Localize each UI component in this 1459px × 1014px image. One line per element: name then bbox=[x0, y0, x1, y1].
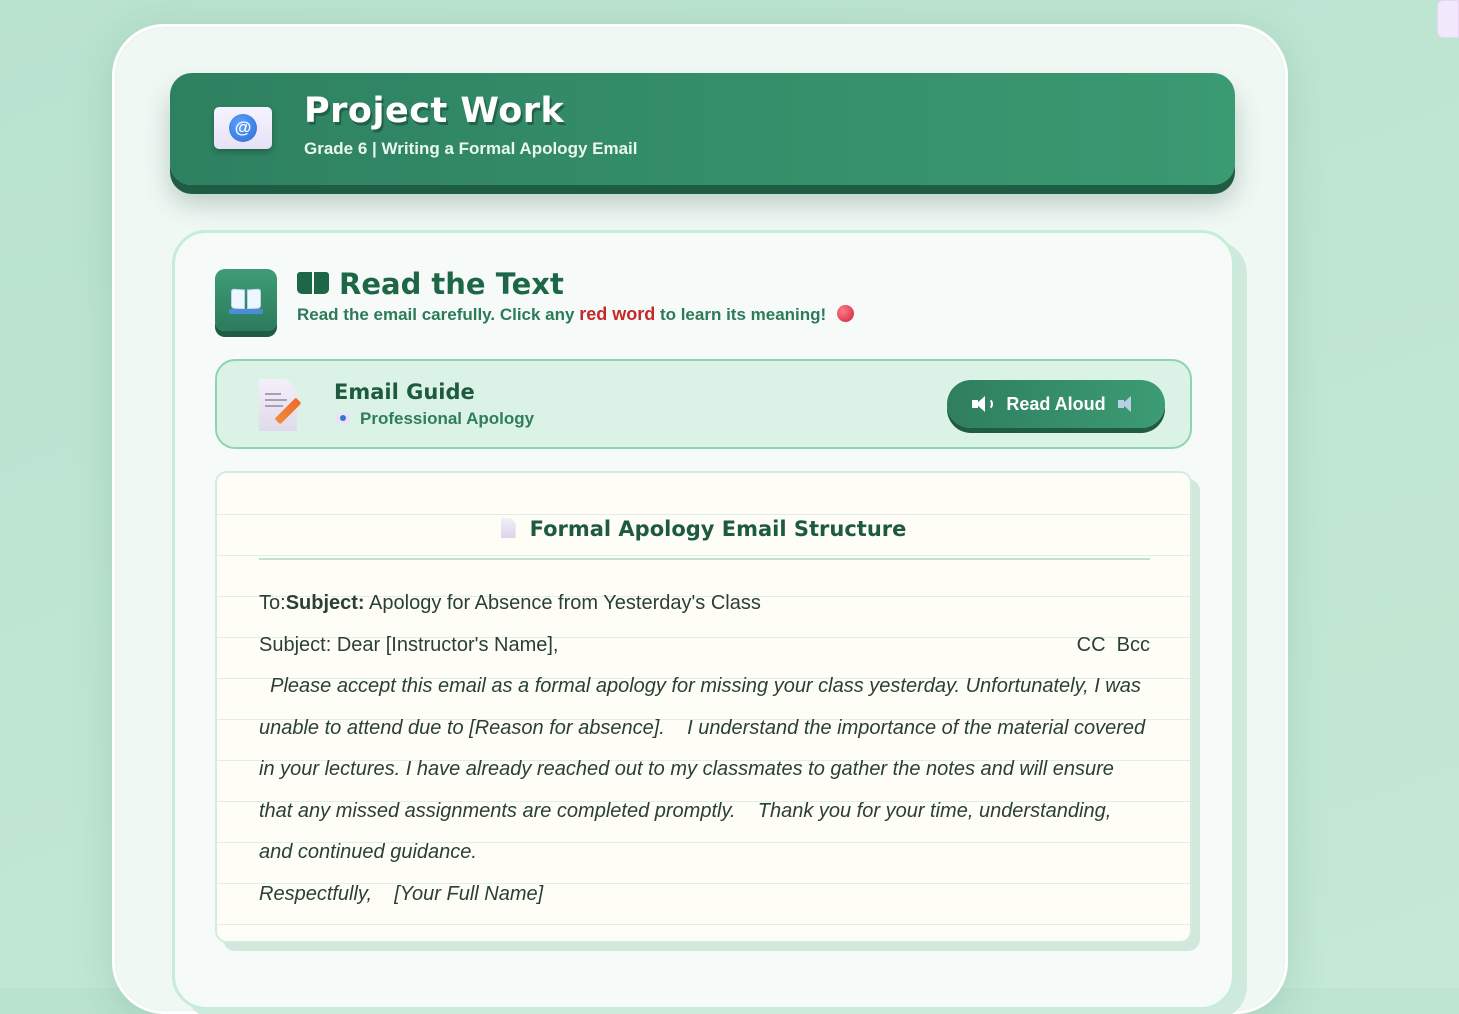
instructions-text-1: Read the email carefully. Click any bbox=[297, 305, 580, 324]
greeting-text: Dear [Instructor's Name], bbox=[331, 633, 559, 656]
red-dot-icon bbox=[836, 305, 854, 322]
corner-tab[interactable] bbox=[1437, 0, 1459, 38]
guide-subtitle-text: Professional Apology bbox=[360, 409, 535, 428]
subject-label: Subject: bbox=[259, 633, 332, 656]
email-content: To:Subject: Apology for Absence from Yes… bbox=[259, 583, 1150, 915]
project-header: @ Project Work Grade 6 | Writing a Forma… bbox=[170, 73, 1235, 185]
page-title: Project Work bbox=[304, 91, 565, 131]
subject-text: Apology for Absence from Yesterday's Cla… bbox=[364, 592, 761, 614]
email-heading-text: Formal Apology Email Structure bbox=[529, 517, 907, 541]
to-subject-line: To:Subject: Apology for Absence from Yes… bbox=[259, 583, 1150, 625]
email-guide-bar: Email Guide Professional Apology Read Al… bbox=[215, 359, 1192, 449]
to-label: To: bbox=[259, 592, 286, 614]
section-title: Read the Text bbox=[297, 267, 564, 301]
email-at-icon: @ bbox=[214, 107, 272, 149]
red-word-hint: red word bbox=[579, 304, 656, 324]
speaker-icon bbox=[972, 395, 994, 413]
book-icon bbox=[215, 269, 277, 331]
open-book-icon bbox=[297, 272, 329, 294]
email-icon bbox=[336, 413, 350, 424]
subject-bold-label: Subject: bbox=[285, 592, 365, 614]
document-pencil-icon bbox=[255, 377, 302, 433]
page-card: @ Project Work Grade 6 | Writing a Forma… bbox=[112, 24, 1288, 1014]
guide-subtitle: Professional Apology bbox=[336, 409, 534, 429]
guide-title: Email Guide bbox=[334, 380, 475, 404]
greeting-line: Subject: Dear [Instructor's Name], CC Bc… bbox=[259, 625, 1150, 667]
email-body-text: Please accept this email as a formal apo… bbox=[259, 675, 1151, 863]
instructions-text-2: to learn its meaning! bbox=[655, 305, 831, 324]
cc-label[interactable]: CC bbox=[1077, 634, 1106, 656]
bcc-label[interactable]: Bcc bbox=[1117, 634, 1150, 656]
email-structure-heading: Formal Apology Email Structure bbox=[217, 517, 1190, 541]
email-closing: Respectfully, [Your Full Name] bbox=[259, 882, 544, 905]
page-subtitle: Grade 6 | Writing a Formal Apology Email bbox=[304, 139, 638, 158]
document-icon bbox=[500, 518, 516, 538]
section-instructions: Read the email carefully. Click any red … bbox=[297, 304, 854, 325]
email-paper: Formal Apology Email Structure To:Subjec… bbox=[215, 471, 1192, 943]
divider bbox=[259, 558, 1150, 560]
read-aloud-label: Read Aloud bbox=[1006, 393, 1106, 414]
read-text-section: Read the Text Read the email carefully. … bbox=[172, 230, 1235, 1010]
section-title-text: Read the Text bbox=[339, 267, 564, 301]
read-aloud-button[interactable]: Read Aloud bbox=[947, 380, 1165, 428]
speaker-small-icon bbox=[1117, 395, 1140, 413]
